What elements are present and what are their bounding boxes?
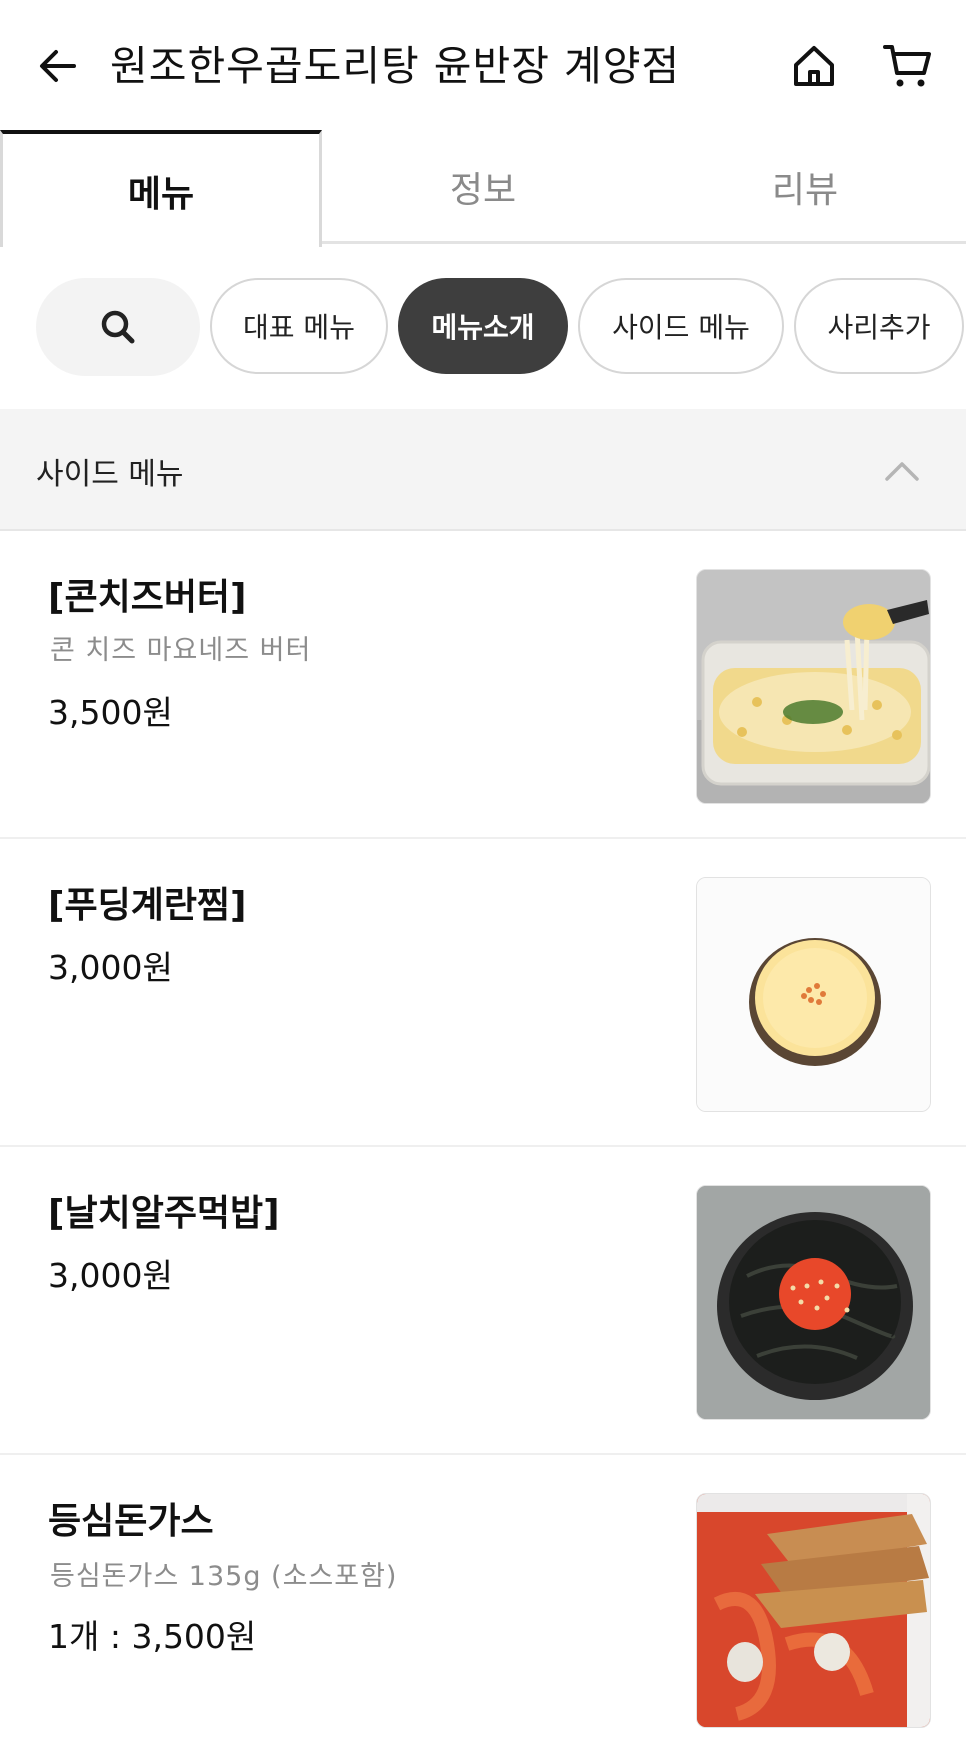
chevron-up-icon bbox=[885, 462, 919, 481]
menu-item[interactable]: [콘치즈버터] 콘 치즈 마요네즈 버터 3,500원 bbox=[0, 531, 966, 839]
menu-item-price: 3,000원 bbox=[48, 1256, 173, 1295]
cart-button[interactable] bbox=[878, 38, 938, 94]
chip-signature-menu[interactable]: 대표 메뉴 bbox=[210, 278, 388, 374]
menu-item-description: 콘 치즈 마요네즈 버터 bbox=[50, 635, 312, 666]
pork-cutlet-image bbox=[696, 1493, 931, 1728]
tab-menu[interactable]: 메뉴 bbox=[0, 130, 322, 247]
menu-item[interactable]: [푸딩계란찜] 3,000원 bbox=[0, 839, 966, 1147]
chip-side-menu[interactable]: 사이드 메뉴 bbox=[578, 278, 784, 374]
menu-item-name: 등심돈가스 bbox=[48, 1501, 214, 1542]
home-icon bbox=[794, 46, 834, 86]
page-title: 원조한우곱도리탕 윤반장 계양점 bbox=[110, 42, 681, 90]
menu-item-name: [푸딩계란찜] bbox=[48, 885, 247, 926]
arrow-left-icon bbox=[40, 50, 76, 82]
search-icon bbox=[101, 310, 135, 344]
menu-item[interactable]: 등심돈가스 등심돈가스 135g (소스포함) 1개 : 3,500원 bbox=[0, 1455, 966, 1747]
corn-cheese-image bbox=[696, 569, 931, 804]
chip-extra-noodles[interactable]: 사리추가 bbox=[794, 278, 964, 374]
section-header-side-menu[interactable]: 사이드 메뉴 bbox=[0, 409, 966, 531]
tab-info[interactable]: 정보 bbox=[322, 130, 644, 244]
menu-search-button[interactable] bbox=[36, 278, 200, 376]
back-button[interactable] bbox=[30, 38, 86, 94]
menu-item-name: [날치알주먹밥] bbox=[48, 1193, 280, 1234]
section-title: 사이드 메뉴 bbox=[36, 457, 184, 492]
menu-item-price: 3,500원 bbox=[48, 693, 173, 732]
category-chips: 대표 메뉴 메뉴소개 사이드 메뉴 사리추가 bbox=[0, 244, 966, 409]
store-tabs: 메뉴 정보 리뷰 bbox=[0, 130, 966, 247]
menu-item-name: [콘치즈버터] bbox=[48, 577, 247, 618]
rice-ball-image bbox=[696, 1185, 931, 1420]
menu-item-description: 등심돈가스 135g (소스포함) bbox=[50, 1561, 398, 1592]
menu-item-price: 3,000원 bbox=[48, 948, 173, 987]
collapse-button[interactable] bbox=[880, 449, 924, 493]
chip-menu-intro[interactable]: 메뉴소개 bbox=[398, 278, 568, 374]
menu-item-price: 1개 : 3,500원 bbox=[48, 1617, 257, 1656]
cart-icon bbox=[883, 45, 931, 87]
tab-reviews[interactable]: 리뷰 bbox=[644, 130, 966, 244]
app-header: 원조한우곱도리탕 윤반장 계양점 bbox=[0, 0, 966, 130]
home-button[interactable] bbox=[786, 38, 842, 94]
egg-pudding-image bbox=[696, 877, 931, 1112]
menu-item[interactable]: [날치알주먹밥] 3,000원 bbox=[0, 1147, 966, 1455]
